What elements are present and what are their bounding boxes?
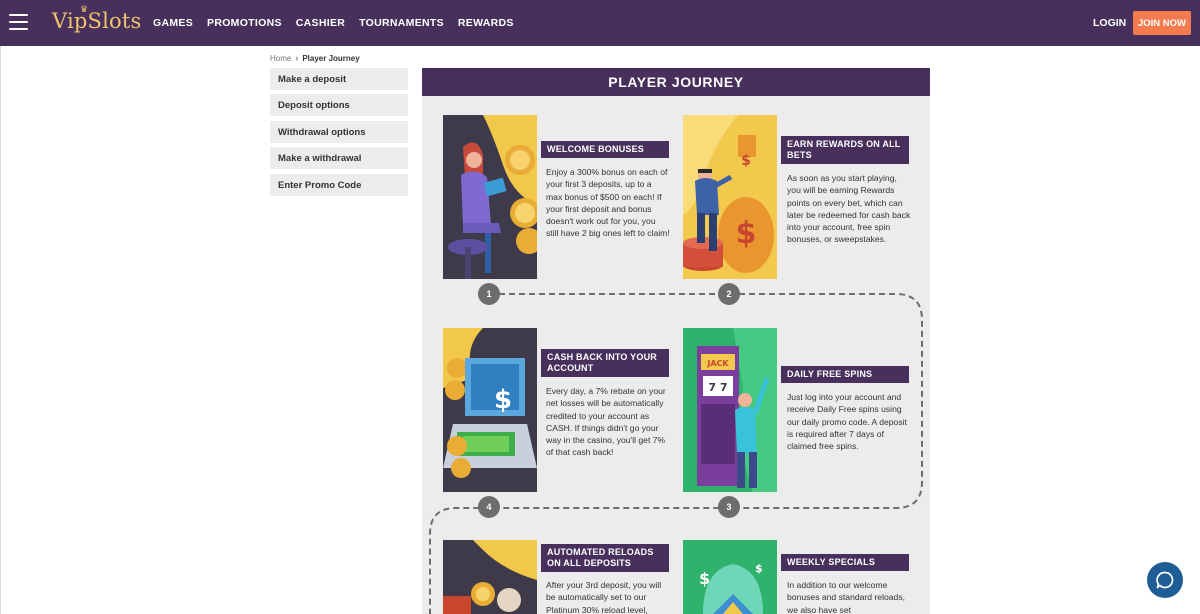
cash-back-illustration: $ [443, 328, 537, 492]
earn-rewards-illustration: $ $ [683, 115, 777, 279]
main-nav: GAMES PROMOTIONS CASHIER TOURNAMENTS REW… [153, 0, 514, 46]
svg-text:$: $ [494, 385, 512, 415]
player-journey-panel: PLAYER JOURNEY WELCOME BONUSES Enjoy a 3… [422, 68, 930, 614]
svg-text:$: $ [699, 569, 710, 588]
step-marker-2: 2 [718, 283, 740, 305]
sidebar-item-make-deposit[interactable]: Make a deposit [270, 68, 408, 90]
breadcrumb: Home › Player Journey [270, 53, 360, 63]
automated-reloads-illustration [443, 540, 537, 614]
svg-text:$: $ [755, 562, 763, 575]
card-title-daily-free-spins: DAILY FREE SPINS [781, 366, 909, 383]
card-text-daily-free-spins: Just log into your account and receive D… [787, 392, 907, 452]
nav-cashier[interactable]: CASHIER [296, 17, 345, 29]
nav-games[interactable]: GAMES [153, 17, 193, 29]
sidebar-item-make-withdrawal[interactable]: Make a withdrawal [270, 147, 408, 169]
card-text-welcome-bonuses: Enjoy a 300% bonus on each of your first… [546, 167, 670, 239]
sidebar-item-withdrawal-options[interactable]: Withdrawal options [270, 121, 408, 143]
weekly-specials-illustration: $ $ [683, 540, 777, 614]
card-text-automated-reloads: After your 3rd deposit, you will be auto… [546, 580, 662, 614]
card-title-welcome-bonuses: WELCOME BONUSES [541, 141, 669, 158]
svg-text:$: $ [736, 216, 757, 251]
welcome-bonus-illustration [443, 115, 537, 279]
card-text-earn-rewards: As soon as you start playing, you will b… [787, 173, 911, 245]
crown-icon: ♛ [80, 5, 89, 15]
daily-free-spins-illustration: JACK 7 7 [683, 328, 777, 492]
nav-tournaments[interactable]: TOURNAMENTS [359, 17, 444, 29]
live-chat-button[interactable] [1147, 562, 1183, 598]
step-marker-3: 3 [718, 496, 740, 518]
card-text-cash-back: Every day, a 7% rebate on your net losse… [546, 386, 666, 458]
top-nav-bar: ♛ VipSlots GAMES PROMOTIONS CASHIER TOURN… [0, 0, 1200, 46]
sidebar-item-enter-promo-code[interactable]: Enter Promo Code [270, 174, 408, 196]
card-text-weekly-specials: In addition to our welcome bonuses and s… [787, 580, 906, 614]
breadcrumb-home[interactable]: Home [270, 54, 291, 63]
step-marker-1: 1 [478, 283, 500, 305]
sidebar-item-deposit-options[interactable]: Deposit options [270, 94, 408, 116]
card-title-automated-reloads: AUTOMATED RELOADS ON ALL DEPOSITS [541, 544, 669, 572]
card-title-weekly-specials: WEEKLY SPECIALS [781, 554, 909, 571]
card-title-earn-rewards: EARN REWARDS ON ALL BETS [781, 136, 909, 164]
card-title-cash-back: CASH BACK INTO YOUR ACCOUNT [541, 349, 669, 377]
svg-text:7 7: 7 7 [708, 381, 727, 394]
step-marker-4: 4 [478, 496, 500, 518]
chevron-right-icon: › [295, 53, 299, 63]
chat-bubble-icon [1156, 571, 1174, 589]
join-now-button[interactable]: JOIN NOW [1133, 11, 1191, 35]
nav-promotions[interactable]: PROMOTIONS [207, 17, 282, 29]
breadcrumb-current: Player Journey [302, 53, 360, 63]
nav-rewards[interactable]: REWARDS [458, 17, 514, 29]
page-edge-divider [0, 46, 1, 614]
svg-text:$: $ [741, 153, 751, 169]
svg-text:JACK: JACK [706, 359, 729, 368]
hamburger-menu-icon[interactable] [9, 14, 28, 30]
login-link[interactable]: LOGIN [1093, 17, 1126, 29]
vipslots-logo[interactable]: ♛ VipSlots [52, 5, 142, 33]
